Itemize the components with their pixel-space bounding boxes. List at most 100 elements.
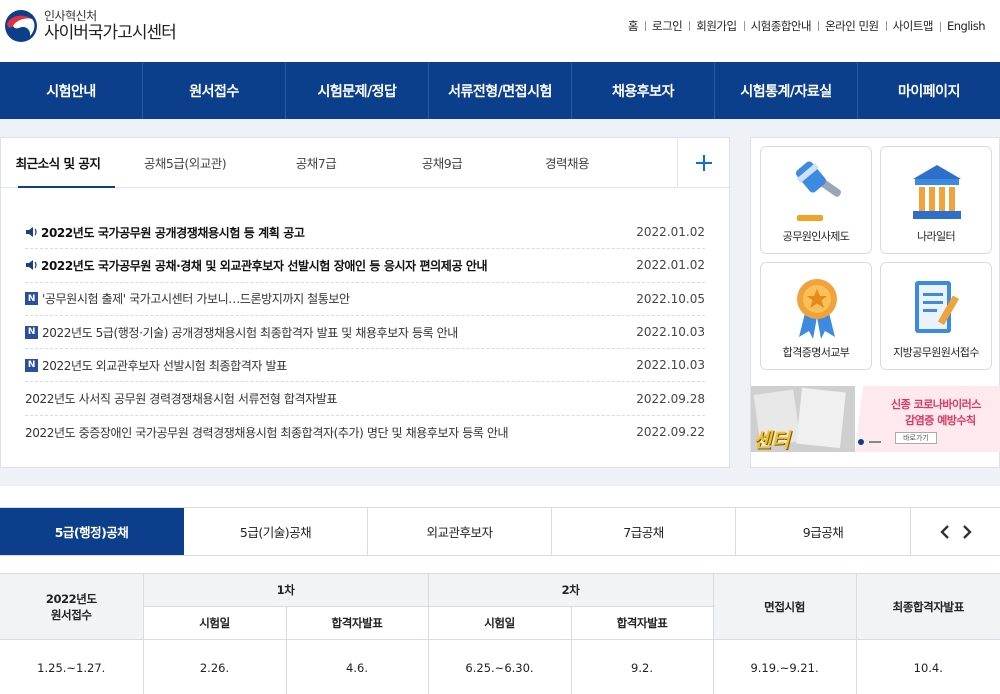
banner-shortcut-button[interactable]: 바로가기	[895, 432, 937, 444]
notice-date: 2022.01.02	[636, 225, 705, 240]
table-row: 1.25.~1.27. 2.26. 4.6. 6.25.~6.30. 9.2. …	[0, 639, 1000, 694]
notice-tabs: 최근소식 및 공지 공채5급(외교관) 공채7급 공채9급 경력채용	[1, 138, 729, 188]
new-badge-icon: N	[25, 292, 38, 306]
notice-title: 2022년도 국가공무원 공개경쟁채용시험 등 계획 공고	[41, 225, 305, 240]
quick-menu: 공무원인사제도 나라일터 합격증명서교부 지방공무원원서접수 센터 신종 코로나…	[750, 137, 1000, 468]
notice-panel: 최근소식 및 공지 공채5급(외교관) 공채7급 공채9급 경력채용 2022년…	[0, 137, 730, 468]
notice-date: 2022.01.02	[636, 258, 705, 273]
notice-date: 2022.10.05	[636, 291, 705, 306]
tab-diplomat[interactable]: 외교관후보자	[368, 508, 552, 555]
nav-mypage[interactable]: 마이페이지	[858, 62, 1000, 119]
util-home-link[interactable]: 홈	[621, 18, 645, 34]
speaker-icon	[26, 260, 37, 271]
tab-grade7[interactable]: 공채7급	[255, 138, 377, 187]
quick-narailteo[interactable]: 나라일터	[880, 146, 992, 254]
list-item[interactable]: 2022년도 중증장애인 국가공무원 경력경쟁채용시험 최종합격자(추가) 명단…	[25, 416, 705, 449]
cell-first-exam: 2.26.	[142, 639, 287, 694]
medal-icon	[797, 279, 837, 339]
col-first-result: 합격자발표	[285, 606, 429, 640]
tab-grade5-tech[interactable]: 5급(기술)공채	[184, 508, 368, 555]
new-badge-icon: N	[25, 358, 38, 372]
tab-navigation	[911, 508, 1000, 555]
quick-personnel-system[interactable]: 공무원인사제도	[760, 146, 872, 254]
chevron-right-icon[interactable]	[961, 524, 973, 540]
chevron-left-icon[interactable]	[939, 524, 951, 540]
quick-label: 지방공무원원서접수	[893, 346, 979, 359]
col-apply-period: 2022년도 원서접수	[0, 573, 144, 640]
government-building-icon	[913, 165, 961, 219]
logo-subtitle: 인사혁신처	[44, 8, 97, 23]
tab-grade9-open[interactable]: 9급공채	[736, 508, 911, 555]
util-login-link[interactable]: 로그인	[645, 18, 689, 34]
nav-questions-answers[interactable]: 시험문제/정답	[286, 62, 429, 119]
notice-title: '공무원시험 출제' 국가고시센터 가보니…드론방지까지 철통보안	[42, 292, 350, 307]
tab-grade5-admin[interactable]: 5급(행정)공채	[0, 508, 184, 555]
gavel-icon	[795, 161, 842, 221]
col-group-first: 1차	[142, 573, 429, 607]
col-final-result: 최종합격자발표	[855, 573, 1000, 640]
notice-title: 2022년도 5급(행정·기술) 공개경쟁채용시험 최종합격자 발표 및 채용후…	[42, 325, 458, 340]
util-signup-link[interactable]: 회원가입	[689, 18, 743, 34]
util-english-link[interactable]: English	[939, 19, 992, 33]
document-pen-icon	[915, 281, 959, 333]
list-item[interactable]: N '공무원시험 출제' 국가고시센터 가보니…드론방지까지 철통보안 2022…	[25, 283, 705, 316]
util-online-petition-link[interactable]: 온라인 민원	[818, 18, 886, 34]
cell-final: 10.4.	[855, 639, 1000, 694]
util-exam-guide-link[interactable]: 시험종합안내	[743, 18, 818, 34]
col-interview: 면접시험	[712, 573, 857, 640]
quick-label: 합격증명서교부	[782, 346, 850, 359]
quick-label: 나라일터	[916, 230, 956, 243]
exam-schedule-table: 2022년도 원서접수 1차 2차 면접시험 최종합격자발표 시험일 합격자발표…	[0, 573, 1000, 694]
cell-first-result: 4.6.	[285, 639, 429, 694]
covid-banner[interactable]: 센터 신종 코로나바이러스 감염증 예방수칙 바로가기	[751, 386, 1000, 458]
list-item[interactable]: N 2022년도 외교관후보자 선발시험 최종합격자 발표 2022.10.03	[25, 349, 705, 383]
more-plus-icon[interactable]	[677, 138, 729, 188]
notice-list: 2022년도 국가공무원 공개경쟁채용시험 등 계획 공고 2022.01.02…	[25, 216, 705, 449]
list-item[interactable]: 2022년도 국가공무원 공개경쟁채용시험 등 계획 공고 2022.01.02	[25, 216, 705, 250]
nav-exam-info[interactable]: 시험안내	[0, 62, 143, 119]
col-group-second: 2차	[427, 573, 714, 607]
tab-grade7-open[interactable]: 7급공채	[552, 508, 736, 555]
notice-date: 2022.09.22	[636, 425, 705, 440]
list-item[interactable]: N 2022년도 5급(행정·기술) 공개경쟁채용시험 최종합격자 발표 및 채…	[25, 316, 705, 350]
site-logo[interactable]: 인사혁신처 사이버국가고시센터	[4, 8, 177, 43]
util-sitemap-link[interactable]: 사이트맵	[885, 18, 940, 34]
banner-line2: 감염증 예방수칙	[905, 414, 976, 427]
taegeuk-logo-icon	[4, 9, 38, 43]
tab-grade9[interactable]: 공채9급	[377, 138, 507, 187]
exam-type-tabs: 5급(행정)공채 5급(기술)공채 외교관후보자 7급공채 9급공채	[0, 507, 1000, 556]
list-item[interactable]: 2022년도 국가공무원 공채·경채 및 외교관후보자 선발시험 장애인 등 응…	[25, 249, 705, 283]
banner-left-text: 센터	[753, 428, 790, 452]
utility-menu: 홈 로그인 회원가입 시험종합안내 온라인 민원 사이트맵 English	[621, 18, 992, 34]
quick-label: 공무원인사제도	[782, 230, 850, 243]
notice-title: 2022년도 사서직 공무원 경력경쟁채용시험 서류전형 합격자발표	[25, 392, 338, 407]
tab-recent-notices[interactable]: 최근소식 및 공지	[1, 138, 115, 188]
col-first-exam-date: 시험일	[143, 606, 287, 640]
site-header: 인사혁신처 사이버국가고시센터 홈 로그인 회원가입 시험종합안내 온라인 민원…	[0, 0, 1000, 62]
tab-grade5-diplomat[interactable]: 공채5급(외교관)	[115, 138, 255, 187]
col-second-result: 합격자발표	[570, 606, 714, 640]
main-navigation: 시험안내 원서접수 시험문제/정답 서류전형/면접시험 채용후보자 시험통계/자…	[0, 62, 1000, 119]
tab-career[interactable]: 경력채용	[507, 138, 627, 187]
nav-screening-interview[interactable]: 서류전형/면접시험	[429, 62, 572, 119]
notice-title: 2022년도 국가공무원 공채·경채 및 외교관후보자 선발시험 장애인 등 응…	[41, 258, 488, 273]
quick-certificate[interactable]: 합격증명서교부	[760, 262, 872, 370]
notice-title: 2022년도 외교관후보자 선발시험 최종합격자 발표	[42, 358, 287, 373]
col-second-exam-date: 시험일	[427, 606, 572, 640]
nav-candidates[interactable]: 채용후보자	[572, 62, 715, 119]
cell-second-result: 9.2.	[570, 639, 714, 694]
notice-date: 2022.09.28	[636, 391, 705, 406]
new-badge-icon: N	[25, 325, 38, 339]
nav-statistics[interactable]: 시험통계/자료실	[715, 62, 858, 119]
notice-title: 2022년도 중증장애인 국가공무원 경력경쟁채용시험 최종합격자(추가) 명단…	[25, 425, 509, 440]
notice-date: 2022.10.03	[636, 358, 705, 373]
cell-second-exam: 6.25.~6.30.	[427, 639, 572, 694]
cell-apply: 1.25.~1.27.	[0, 639, 144, 694]
notice-date: 2022.10.03	[636, 325, 705, 340]
cell-interview: 9.19.~9.21.	[712, 639, 857, 694]
banner-line1: 신종 코로나바이러스	[891, 398, 981, 411]
logo-title: 사이버국가고시센터	[44, 22, 177, 43]
quick-local-application[interactable]: 지방공무원원서접수	[880, 262, 992, 370]
list-item[interactable]: 2022년도 사서직 공무원 경력경쟁채용시험 서류전형 합격자발표 2022.…	[25, 382, 705, 416]
nav-application[interactable]: 원서접수	[143, 62, 286, 119]
